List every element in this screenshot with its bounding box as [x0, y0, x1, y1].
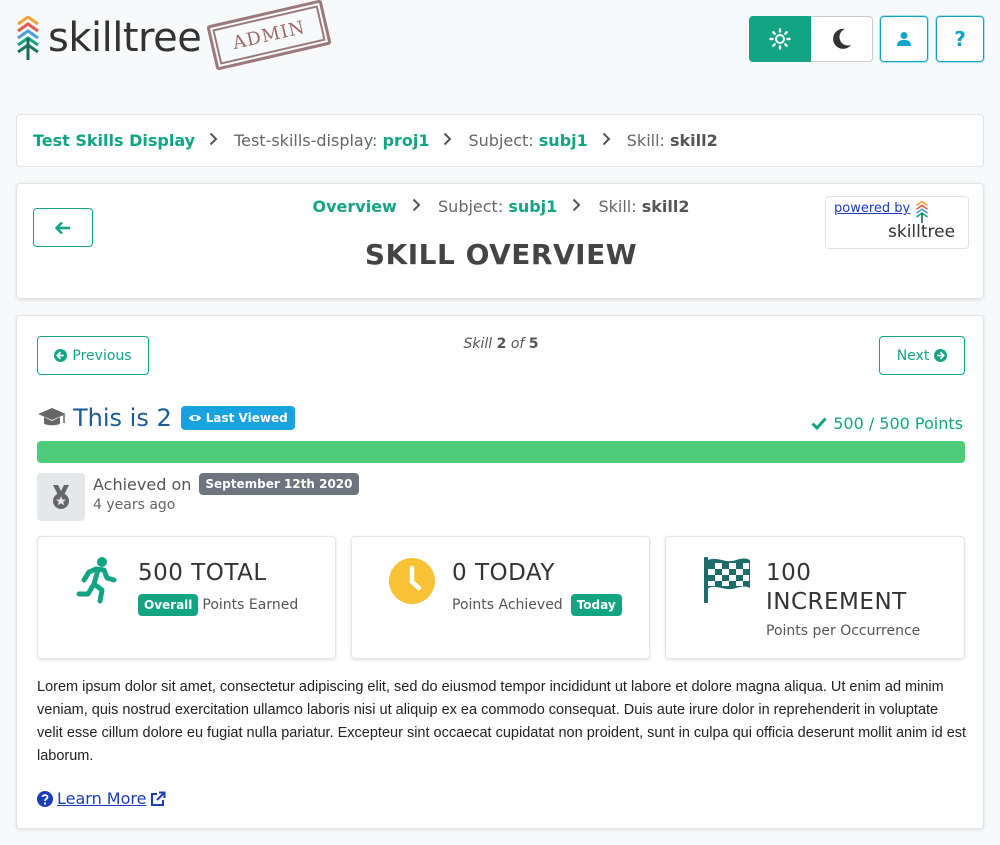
skill-overview-header: Overview Subject: subj1 Skill: skill2 SK… — [16, 183, 984, 299]
points-text: 500 / 500 Points — [833, 414, 963, 433]
dark-theme-button[interactable] — [811, 16, 873, 62]
inner-skill-label: Skill: — [598, 197, 637, 216]
arrow-left-icon — [55, 221, 70, 234]
skill-card: Previous Skill 2 of 5 Next This is 2 Las… — [16, 315, 984, 829]
help-button[interactable]: ? — [936, 16, 984, 62]
inner-subject-link[interactable]: subj1 — [508, 197, 557, 216]
stat-card-total: 500 TOTAL Overall Points Earned — [37, 536, 336, 659]
chevron-right-icon — [412, 197, 421, 216]
breadcrumb-skill-label: Skill: — [626, 131, 665, 150]
graduation-cap-icon — [38, 408, 66, 426]
arrow-circle-right-icon — [934, 349, 948, 362]
breadcrumb-root-link[interactable]: Test Skills Display — [33, 131, 195, 150]
running-icon — [76, 557, 117, 604]
breadcrumb-overview-link[interactable]: Overview — [313, 197, 397, 216]
next-skill-button[interactable]: Next — [879, 336, 965, 375]
achievement-info: Achieved on September 12th 2020 4 years … — [37, 473, 359, 521]
user-settings-button[interactable] — [880, 16, 928, 62]
checkered-flag-icon — [704, 557, 750, 603]
theme-toggle-group — [749, 16, 873, 62]
achieved-date-badge: September 12th 2020 — [199, 473, 359, 495]
breadcrumb: Test Skills Display Test-skills-display:… — [16, 114, 984, 167]
stat-today-value: 0 TODAY — [452, 560, 555, 586]
powered-by-logo: skilltree — [888, 201, 955, 241]
next-label: Next — [896, 347, 930, 364]
inner-subject-label: Subject: — [438, 197, 504, 216]
check-icon — [811, 417, 827, 430]
points-summary: 500 / 500 Points — [811, 414, 963, 433]
eye-icon — [188, 415, 201, 421]
sun-icon — [769, 28, 791, 50]
stat-card-today: 0 TODAY Points Achieved Today — [351, 536, 650, 659]
skill-progress-bar — [37, 441, 965, 463]
powered-by-badge[interactable]: powered by skilltree — [825, 196, 969, 249]
stat-total-sub: Overall Points Earned — [138, 594, 298, 616]
admin-stamp-text: ADMIN — [230, 16, 308, 54]
chevron-right-icon — [209, 131, 218, 150]
achieved-label: Achieved on — [93, 474, 192, 494]
tree-logo-icon — [915, 201, 928, 223]
app-header: skilltree ADMIN ? — [0, 0, 1000, 100]
user-icon — [897, 32, 911, 46]
stat-today-label: Points Achieved — [452, 597, 563, 613]
admin-stamp: ADMIN — [206, 0, 332, 71]
breadcrumb-project-label: Test-skills-display: — [234, 131, 378, 150]
chevron-right-icon — [572, 197, 581, 216]
inner-skill-current: skill2 — [641, 197, 690, 216]
stat-total-value: 500 TOTAL — [138, 560, 267, 586]
tree-logo-icon — [17, 16, 39, 60]
skill-title: This is 2 — [73, 404, 172, 432]
medal-icon — [37, 473, 85, 521]
stat-increment-label: Points per Occurrence — [766, 623, 921, 639]
stat-increment-value: 100 INCREMENT — [766, 560, 907, 615]
skilltree-logo[interactable]: skilltree — [16, 15, 202, 61]
stat-today-sub: Points Achieved Today — [452, 594, 622, 616]
learn-more-link[interactable]: Learn More — [37, 789, 166, 808]
breadcrumb-skill-current: skill2 — [670, 131, 718, 150]
skill-title-row: This is 2 Last Viewed — [37, 404, 295, 432]
today-badge: Today — [570, 594, 622, 616]
last-viewed-badge: Last Viewed — [180, 406, 295, 430]
skill-count-total: 5 — [528, 336, 539, 352]
skill-count-prefix: Skill — [463, 336, 493, 352]
breadcrumb-subject-label: Subject: — [468, 131, 534, 150]
light-theme-button[interactable] — [749, 16, 811, 62]
help-icon: ? — [954, 27, 966, 51]
chevron-right-icon — [602, 131, 611, 150]
external-link-icon — [151, 791, 166, 806]
skill-position: Skill 2 of 5 — [17, 336, 985, 352]
moon-icon — [832, 28, 851, 49]
breadcrumb-subject-link[interactable]: subj1 — [539, 131, 588, 150]
question-circle-icon — [37, 790, 53, 807]
clock-icon — [389, 558, 435, 604]
skill-count-of: of — [510, 336, 525, 352]
progress-fill — [37, 441, 965, 463]
last-viewed-label: Last Viewed — [205, 411, 288, 425]
skill-count-current: 2 — [496, 336, 507, 352]
chevron-right-icon — [443, 131, 452, 150]
powered-logo-text: skilltree — [888, 222, 956, 242]
achieved-ago: 4 years ago — [93, 497, 176, 513]
skill-description: Lorem ipsum dolor sit amet, consectetur … — [37, 679, 967, 764]
breadcrumb-project-link[interactable]: proj1 — [383, 131, 430, 150]
stat-total-label: Points Earned — [202, 597, 299, 613]
overall-badge: Overall — [138, 594, 199, 616]
logo-text: skilltree — [48, 15, 202, 61]
learn-more-label: Learn More — [57, 789, 147, 808]
stat-card-increment: 100 INCREMENT Points per Occurrence — [665, 536, 965, 659]
